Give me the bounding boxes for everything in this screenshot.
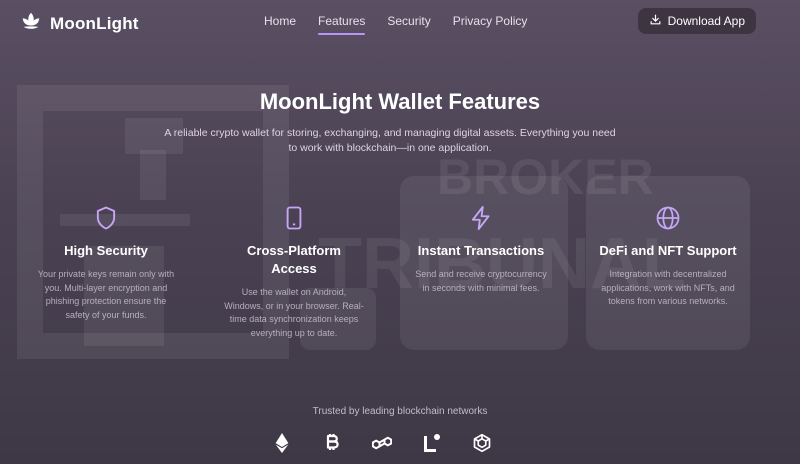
feature-description: Your private keys remain only with you. … [37,269,175,320]
shield-icon [92,204,120,232]
hero-subtitle: A reliable crypto wallet for storing, ex… [164,127,616,154]
feature-title: High Security [64,243,148,258]
ethereum-icon [272,433,292,453]
brand-name: MoonLight [50,13,139,33]
feature-title: DeFi and NFT Support [599,243,737,258]
nav-link-security[interactable]: Security [387,14,430,32]
nav-link-home[interactable]: Home [264,14,296,32]
feature-defi-nft-support: DeFi and NFT Support Integration with de… [598,204,738,309]
top-nav: MoonLight Home Features Security Privacy… [0,0,800,42]
feature-description: Integration with decentralized applicati… [601,269,735,306]
nav-links: Home Features Security Privacy Policy [264,14,528,35]
download-app-label: Download App [667,14,745,28]
download-app-button[interactable]: Download App [637,8,756,34]
feature-title: Cross-Platform Access [247,243,341,276]
bnb-icon [472,433,492,453]
lotus-icon [20,10,42,37]
smartphone-icon [280,204,308,232]
brand[interactable]: MoonLight [20,10,139,37]
polygon-icon [372,433,392,453]
nav-link-features[interactable]: Features [318,14,366,35]
bitcoin-icon [322,433,342,453]
trusted-by-label: Trusted by leading blockchain networks [312,406,488,417]
linea-icon [422,433,442,453]
partner-logos [272,433,492,453]
feature-title: Instant Transactions [417,243,545,258]
feature-instant-transactions: Instant Transactions Send and receive cr… [411,204,551,295]
download-icon [649,13,662,29]
feature-cross-platform-access: Cross-Platform Access Use the wallet on … [224,204,364,340]
feature-description: Send and receive cryptocurrency in secon… [415,269,547,293]
watermark-broker: BROKER [437,149,654,205]
feature-description: Use the wallet on Android, Windows, or i… [224,287,364,338]
lightning-icon [467,204,495,232]
feature-high-security: High Security Your private keys remain o… [36,204,176,322]
page-title: MoonLight Wallet Features [259,89,541,114]
nav-link-privacy-policy[interactable]: Privacy Policy [453,14,528,32]
globe-icon [654,204,682,232]
